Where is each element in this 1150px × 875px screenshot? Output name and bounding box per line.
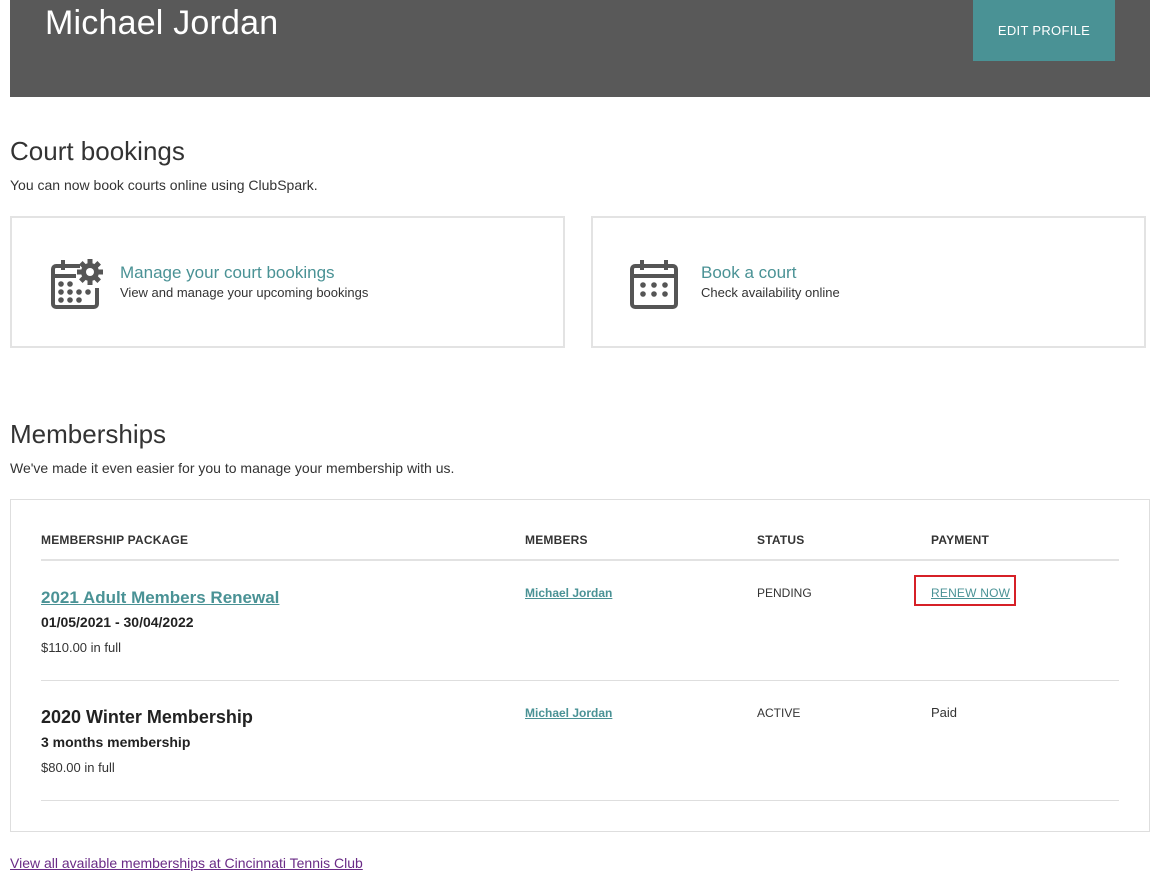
edit-profile-button[interactable]: EDIT PROFILE bbox=[973, 0, 1115, 61]
book-court-card[interactable]: Book a court Check availability online bbox=[591, 216, 1146, 348]
manage-bookings-subtitle: View and manage your upcoming bookings bbox=[120, 285, 369, 300]
package-price: $80.00 in full bbox=[41, 760, 115, 775]
court-bookings-title: Court bookings bbox=[10, 136, 185, 166]
package-detail: 3 months membership bbox=[41, 734, 191, 750]
memberships-title: Memberships bbox=[10, 419, 167, 449]
package-price: $110.00 in full bbox=[41, 640, 121, 655]
column-header-members: MEMBERS bbox=[525, 533, 588, 547]
member-link[interactable]: Michael Jordan bbox=[525, 706, 612, 720]
book-court-title[interactable]: Book a court bbox=[701, 263, 796, 283]
memberships-subtitle: We've made it even easier for you to man… bbox=[10, 460, 455, 476]
package-dates: 01/05/2021 - 30/04/2022 bbox=[41, 614, 194, 630]
calendar-icon bbox=[630, 260, 678, 309]
renew-now-link[interactable]: RENEW NOW bbox=[931, 586, 1010, 600]
column-header-package: MEMBERSHIP PACKAGE bbox=[41, 533, 189, 547]
profile-header: Michael Jordan EDIT PROFILE bbox=[10, 0, 1150, 97]
court-bookings-subtitle: You can now book courts online using Clu… bbox=[10, 177, 318, 193]
header-divider bbox=[41, 559, 1119, 561]
manage-bookings-title[interactable]: Manage your court bookings bbox=[120, 263, 335, 283]
row-divider bbox=[41, 800, 1119, 801]
memberships-table: MEMBERSHIP PACKAGE MEMBERS STATUS PAYMEN… bbox=[10, 499, 1150, 832]
package-name: 2020 Winter Membership bbox=[41, 707, 253, 727]
book-court-subtitle: Check availability online bbox=[701, 285, 840, 300]
member-link[interactable]: Michael Jordan bbox=[525, 586, 612, 600]
status-text: PENDING bbox=[757, 586, 812, 600]
profile-name: Michael Jordan bbox=[45, 4, 279, 42]
status-text: ACTIVE bbox=[757, 706, 801, 720]
manage-bookings-card[interactable]: Manage your court bookings View and mana… bbox=[10, 216, 565, 348]
payment-status: Paid bbox=[931, 705, 958, 720]
calendar-gear-icon bbox=[51, 259, 103, 309]
column-header-status: STATUS bbox=[757, 533, 805, 547]
view-all-memberships-link[interactable]: View all available memberships at Cincin… bbox=[10, 855, 363, 871]
package-link[interactable]: 2021 Adult Members Renewal bbox=[41, 588, 279, 608]
column-header-payment: PAYMENT bbox=[931, 533, 990, 547]
row-divider bbox=[41, 680, 1119, 681]
